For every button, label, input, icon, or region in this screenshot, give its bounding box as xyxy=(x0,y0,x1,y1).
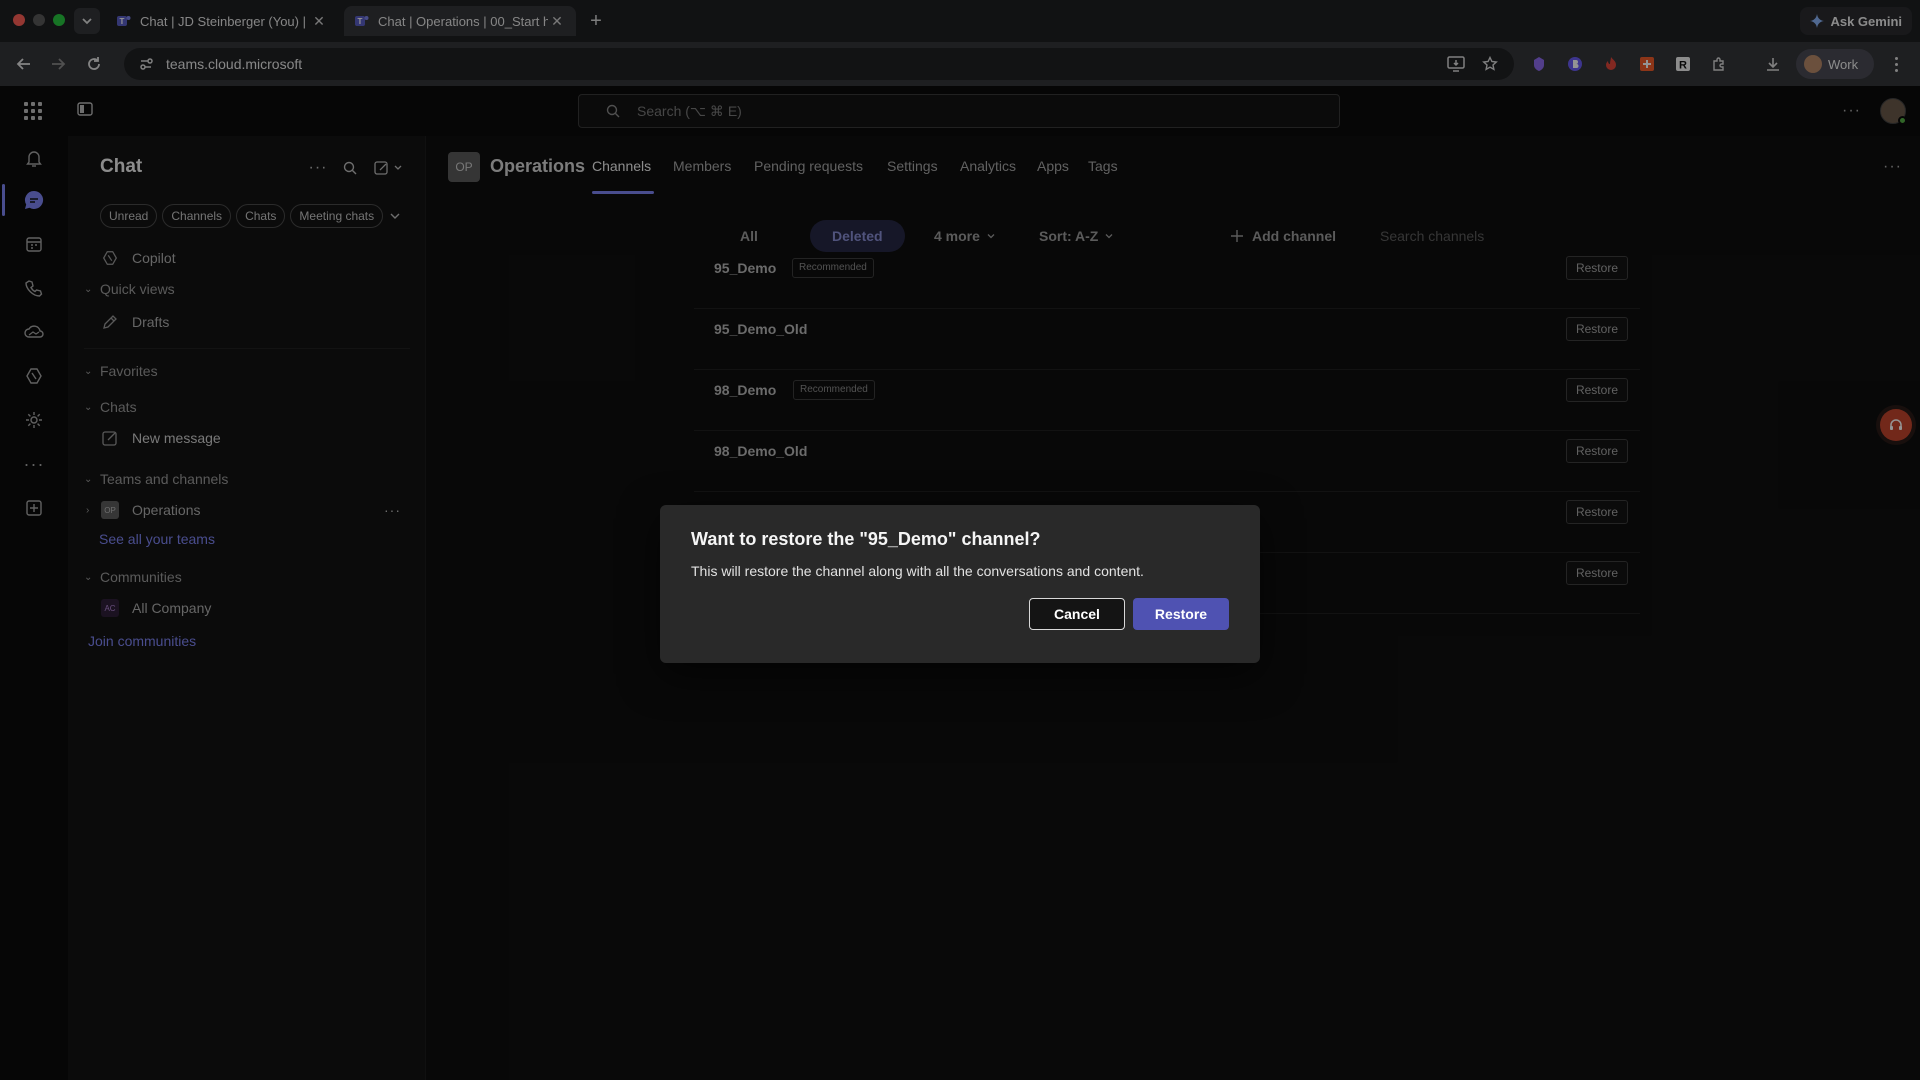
cancel-button[interactable]: Cancel xyxy=(1029,598,1125,630)
dialog-title: Want to restore the "95_Demo" channel? xyxy=(691,529,1041,549)
dialog-message: This will restore the channel along with… xyxy=(691,563,1144,579)
confirm-restore-button[interactable]: Restore xyxy=(1133,598,1229,630)
restore-channel-dialog: Want to restore the "95_Demo" channel? T… xyxy=(660,505,1260,663)
